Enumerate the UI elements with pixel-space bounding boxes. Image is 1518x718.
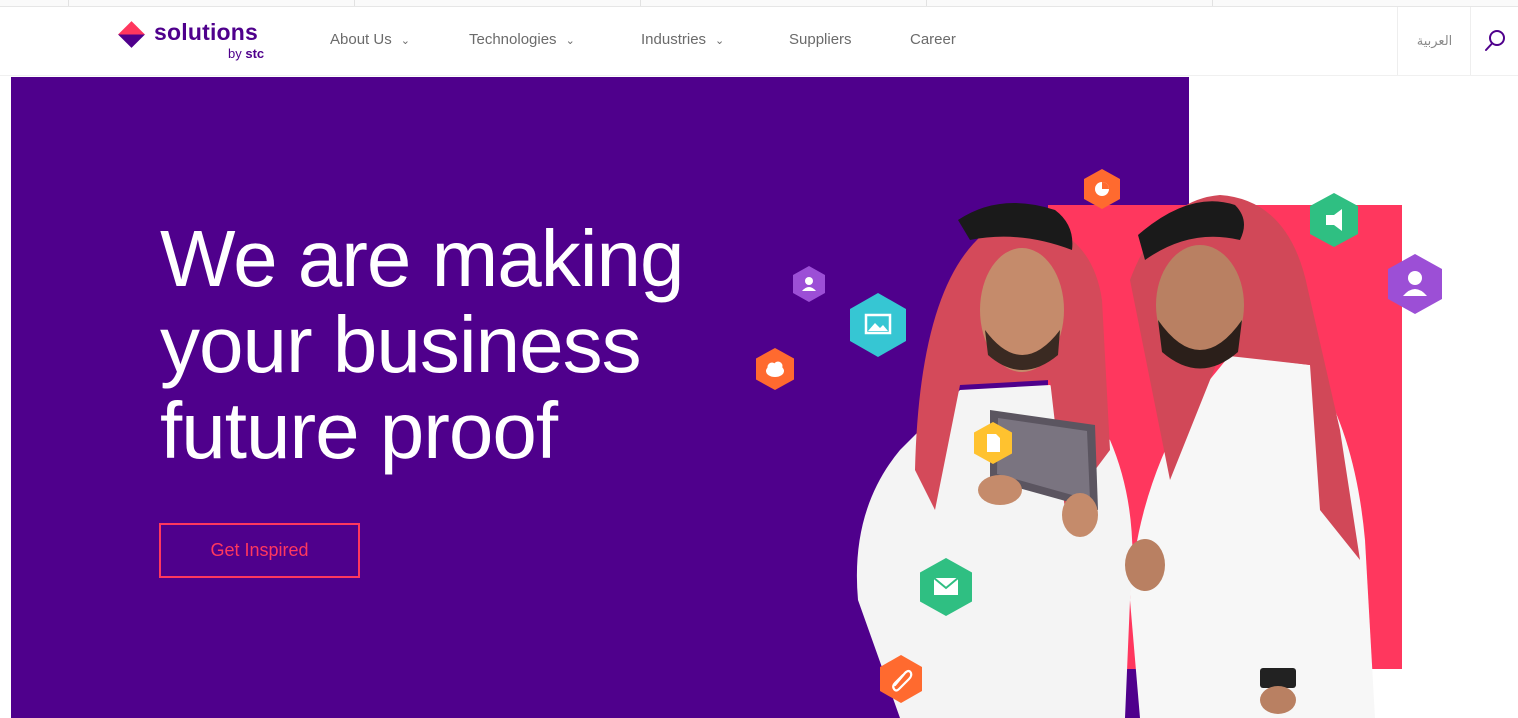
document-icon [974, 422, 1012, 464]
hero-headline: We are making your business future proof [160, 216, 780, 474]
brand-company: stc [245, 46, 265, 61]
language-label: العربية [1416, 33, 1453, 48]
cloud-icon [756, 348, 794, 390]
headline-line-2: your business [160, 300, 642, 389]
top-strip-divider [68, 0, 69, 6]
search-icon [1485, 30, 1505, 51]
brand-byline: by stc [228, 46, 264, 61]
chart-icon [1084, 169, 1120, 209]
nav-technologies[interactable]: Technologies ⌄ [469, 31, 575, 48]
nav-suppliers-label: Suppliers [789, 31, 852, 48]
top-strip-divider [926, 0, 927, 6]
search-button[interactable] [1470, 7, 1518, 75]
chevron-down-icon: ⌄ [400, 35, 410, 47]
nav-about-us-label: About Us [330, 31, 392, 48]
mail-icon [920, 558, 972, 616]
language-switch[interactable]: العربية [1397, 7, 1471, 75]
nav-about-us[interactable]: About Us ⌄ [330, 31, 410, 48]
headline-line-3: future proof [160, 386, 558, 475]
nav-technologies-label: Technologies [469, 31, 557, 48]
logo-diamond-icon [118, 21, 145, 48]
brand-name: solutions [154, 19, 259, 45]
site-header: solutions by stc About Us ⌄ Technologies ⌄… [0, 7, 1518, 76]
user-icon [1388, 254, 1442, 314]
paperclip-icon [880, 655, 922, 703]
people-illustration [856, 195, 1375, 718]
brand-by: by [228, 46, 242, 61]
megaphone-icon [1310, 193, 1358, 247]
nav-suppliers[interactable]: Suppliers [789, 31, 852, 48]
top-strip-divider [354, 0, 355, 6]
nav-industries-label: Industries [641, 31, 707, 48]
get-inspired-label: Get Inspired [210, 540, 309, 560]
headline-line-1: We are making [160, 214, 685, 303]
top-strip-divider [1212, 0, 1213, 6]
top-strip [0, 0, 1518, 7]
small-user-icon [793, 266, 825, 302]
nav-career-label: Career [910, 31, 956, 48]
get-inspired-button[interactable]: Get Inspired [159, 523, 360, 578]
nav-career[interactable]: Career [910, 31, 956, 48]
chevron-down-icon: ⌄ [565, 35, 575, 47]
brand-logo[interactable]: solutions by stc [118, 19, 278, 65]
image-icon [850, 293, 906, 357]
top-strip-divider [640, 0, 641, 6]
chevron-down-icon: ⌄ [715, 35, 725, 47]
nav-industries[interactable]: Industries ⌄ [641, 31, 724, 48]
